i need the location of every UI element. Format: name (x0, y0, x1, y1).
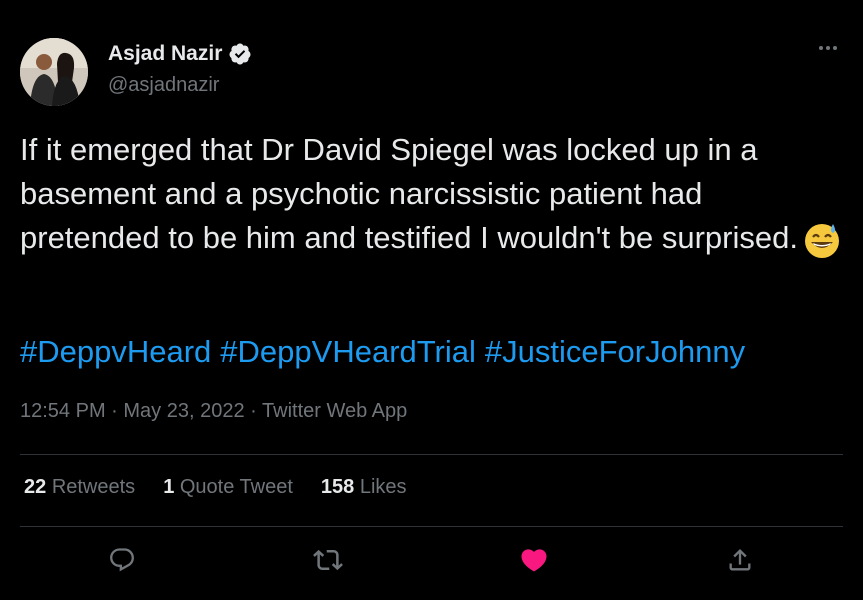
hashtag-link[interactable]: #JusticeForJohnny (485, 334, 745, 369)
retweets-stat[interactable]: 22 Retweets (24, 476, 135, 499)
likes-label: Likes (359, 476, 407, 498)
tweet-actions (0, 540, 863, 584)
tweet-header: Asjad Nazir @asjadnazir (20, 34, 843, 106)
tweet-stats: 22 Retweets 1 Quote Tweet 158 Likes (24, 476, 435, 499)
tweet-source[interactable]: Twitter Web App (262, 400, 407, 422)
meta-separator: · (244, 400, 263, 422)
more-options-icon[interactable] (813, 38, 843, 58)
hashtag-link[interactable]: #DeppVHeardTrial (220, 334, 476, 369)
quotes-label: Quote Tweet (179, 476, 293, 498)
quote-tweets-stat[interactable]: 1 Quote Tweet (163, 476, 293, 499)
like-icon[interactable] (514, 540, 554, 580)
hashtag-list: #DeppvHeard #DeppVHeardTrial #JusticeForJo… (20, 330, 754, 374)
divider (20, 526, 843, 527)
tweet-body: If it emerged that Dr David Spiegel was … (20, 132, 798, 255)
retweets-label: Retweets (51, 476, 136, 498)
author-handle[interactable]: @asjadnazir (108, 74, 219, 97)
divider (20, 454, 843, 455)
meta-separator: · (105, 400, 124, 422)
avatar[interactable] (20, 38, 88, 106)
tweet-date[interactable]: May 23, 2022 (123, 400, 244, 422)
quotes-count: 1 (163, 476, 175, 498)
verified-badge-icon (229, 43, 251, 65)
sweat-smile-emoji-icon (802, 220, 842, 260)
hashtag-link[interactable]: #DeppvHeard (20, 334, 211, 369)
retweets-count: 22 (24, 476, 47, 498)
share-icon[interactable] (720, 540, 760, 580)
author-name[interactable]: Asjad Nazir (108, 42, 222, 66)
retweet-icon[interactable] (308, 540, 348, 580)
tweet-meta: 12:54 PM · May 23, 2022 · Twitter Web Ap… (20, 400, 407, 423)
reply-icon[interactable] (102, 540, 142, 580)
likes-count: 158 (320, 476, 355, 498)
tweet-text: If it emerged that Dr David Spiegel was … (20, 128, 850, 260)
tweet-time[interactable]: 12:54 PM (20, 400, 106, 422)
likes-stat[interactable]: 158 Likes (321, 476, 407, 499)
